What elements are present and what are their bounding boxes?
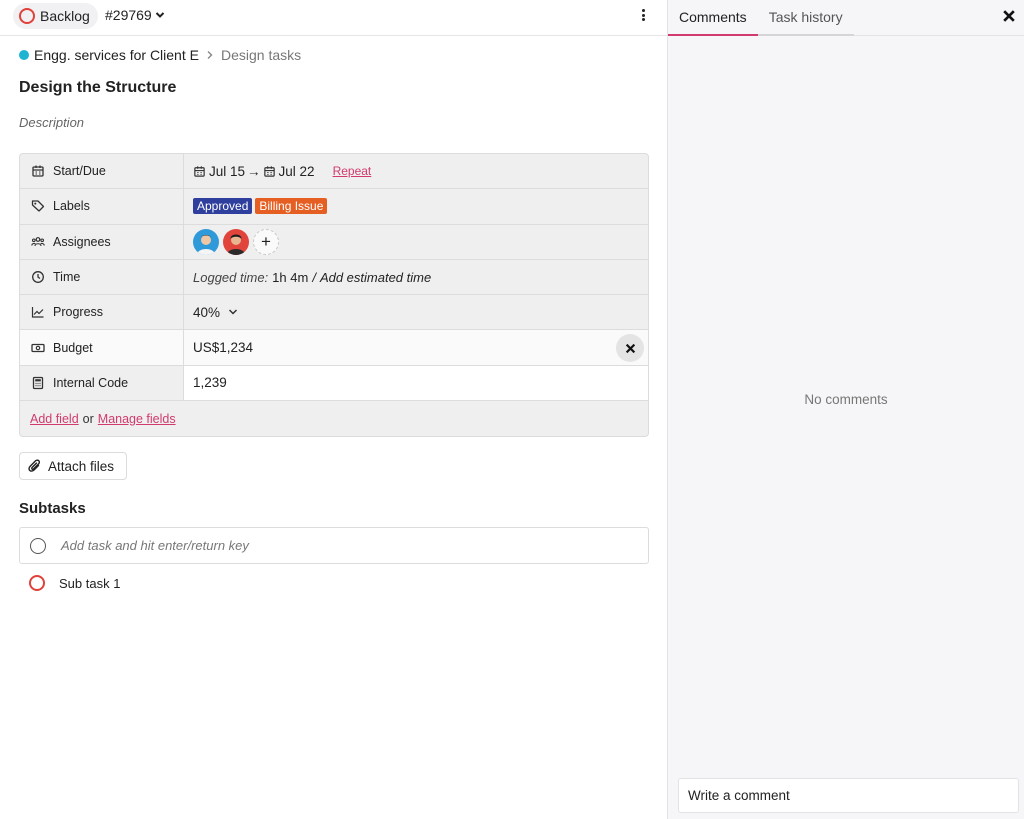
field-row-internal-code: Internal Code 1,239 <box>20 365 648 402</box>
description-field[interactable]: Description <box>19 115 84 130</box>
calendar-icon <box>32 165 44 177</box>
add-field-link[interactable]: Add field <box>30 412 79 426</box>
tab-task-history[interactable]: Task history <box>757 0 854 36</box>
avatar[interactable] <box>193 228 219 255</box>
calendar-icon <box>263 166 275 177</box>
chevron-down-icon <box>155 12 164 18</box>
field-row-time: Time Logged time: 1h 4m / Add estimated … <box>20 259 648 296</box>
breadcrumb-section[interactable]: Design tasks <box>221 47 301 63</box>
status-circle-icon <box>19 8 35 24</box>
field-label-text: Assignees <box>53 234 111 249</box>
task-topbar: Backlog #29769 <box>0 0 667 36</box>
field-label-text: Start/Due <box>53 164 106 179</box>
add-field-row: Add field or Manage fields <box>20 401 648 436</box>
calculator-icon <box>32 376 44 390</box>
field-row-start-due: Start/Due Jul 15 → Jul 22 Repeat <box>20 154 648 190</box>
repeat-link[interactable]: Repeat <box>333 164 372 178</box>
field-row-progress: Progress 40% <box>20 295 648 331</box>
progress-value: 40% <box>193 304 221 320</box>
start-date-text: Jul 15 <box>209 163 246 179</box>
add-subtask-placeholder: Add task and hit enter/return key <box>61 538 249 553</box>
task-id-dropdown[interactable]: #29769 <box>105 7 165 23</box>
chevron-down-icon <box>229 309 238 315</box>
logged-time-label: Logged time: <box>193 269 269 285</box>
add-subtask-input[interactable]: Add task and hit enter/return key <box>19 527 649 564</box>
field-label-text: Progress <box>53 305 104 320</box>
add-assignee-button[interactable]: + <box>253 228 279 255</box>
empty-comments-text: No comments <box>804 392 888 407</box>
budget-value: US$1,234 <box>193 340 254 356</box>
field-label-progress: Progress <box>20 295 184 330</box>
subtasks-heading: Subtasks <box>19 500 86 517</box>
add-estimated-time[interactable]: Add estimated time <box>320 270 431 285</box>
internal-code-input[interactable]: 1,239 <box>184 366 648 400</box>
attach-files-label: Attach files <box>48 458 115 474</box>
clear-budget-button[interactable] <box>616 334 644 363</box>
task-title[interactable]: Design the Structure <box>19 79 176 97</box>
manage-fields-link[interactable]: Manage fields <box>98 412 176 426</box>
label-badge-approved[interactable]: Approved <box>193 198 253 215</box>
trend-chart-icon <box>31 307 44 318</box>
chevron-right-icon <box>207 51 213 59</box>
field-value-assignees: + <box>184 225 648 259</box>
paperclip-icon <box>28 458 41 472</box>
date-arrow: → <box>247 163 261 179</box>
close-icon <box>625 343 635 354</box>
users-icon <box>31 236 45 246</box>
field-row-labels: Labels Approved Billing Issue <box>20 189 648 225</box>
panel-tabs: Comments Task history <box>668 0 1024 36</box>
internal-code-value: 1,239 <box>193 375 227 391</box>
avatar[interactable] <box>223 228 249 255</box>
or-text: or <box>82 411 94 426</box>
task-id-label: #29769 <box>105 7 152 23</box>
due-date-text: Jul 22 <box>278 163 315 179</box>
due-date[interactable]: Jul 22 <box>263 164 315 179</box>
comments-panel: Comments Task history No comments Write … <box>668 0 1024 819</box>
field-label-text: Internal Code <box>53 375 129 390</box>
custom-fields-table: Start/Due Jul 15 → Jul 22 Repeat Labels <box>19 153 649 438</box>
breadcrumb: Engg. services for Client E Design tasks <box>19 47 301 63</box>
empty-circle-icon <box>30 537 46 554</box>
label-badge-billing-issue[interactable]: Billing Issue <box>255 198 328 215</box>
subtask-title: Sub task 1 <box>59 575 121 591</box>
progress-dropdown[interactable]: 40% <box>184 295 648 329</box>
calendar-icon <box>194 166 205 177</box>
field-label-assignees: Assignees <box>20 224 184 259</box>
field-row-budget: Budget US$1,234 <box>20 330 648 366</box>
money-icon <box>31 343 45 352</box>
more-options-icon[interactable] <box>638 7 648 23</box>
field-label-text: Time <box>53 270 81 285</box>
field-label-start-due: Start/Due <box>20 154 184 189</box>
field-label-text: Labels <box>53 199 90 214</box>
field-label-text: Budget <box>53 340 93 355</box>
status-button[interactable]: Backlog <box>13 3 98 29</box>
field-label-budget: Budget <box>20 330 184 365</box>
field-value-labels[interactable]: Approved Billing Issue <box>184 189 648 223</box>
close-panel-button[interactable] <box>1003 7 1015 27</box>
field-label-labels: Labels <box>20 189 184 224</box>
time-separator: / <box>312 269 316 285</box>
attach-files-button[interactable]: Attach files <box>19 452 127 480</box>
status-label: Backlog <box>40 8 90 24</box>
tab-comments[interactable]: Comments <box>668 0 758 36</box>
task-detail-pane: Backlog #29769 Engg. services for Client… <box>0 0 668 819</box>
clock-icon <box>32 271 44 283</box>
project-color-dot <box>19 50 29 60</box>
tag-icon <box>31 200 45 213</box>
logged-time-value: 1h 4m <box>272 269 309 285</box>
field-value-start-due[interactable]: Jul 15 → Jul 22 Repeat <box>184 154 648 188</box>
start-date[interactable]: Jul 15 <box>193 164 245 179</box>
comment-input[interactable]: Write a comment <box>678 778 1019 813</box>
field-value-time[interactable]: Logged time: 1h 4m / Add estimated time <box>184 260 648 294</box>
budget-input[interactable]: US$1,234 <box>184 330 648 365</box>
field-row-assignees: Assignees + <box>20 224 648 260</box>
close-icon <box>1003 10 1015 22</box>
list-item[interactable]: Sub task 1 <box>29 574 120 592</box>
comment-placeholder: Write a comment <box>688 788 790 803</box>
status-circle-icon[interactable] <box>29 575 45 591</box>
field-label-time: Time <box>20 259 184 295</box>
field-label-internal-code: Internal Code <box>20 365 184 401</box>
breadcrumb-project[interactable]: Engg. services for Client E <box>34 47 199 63</box>
